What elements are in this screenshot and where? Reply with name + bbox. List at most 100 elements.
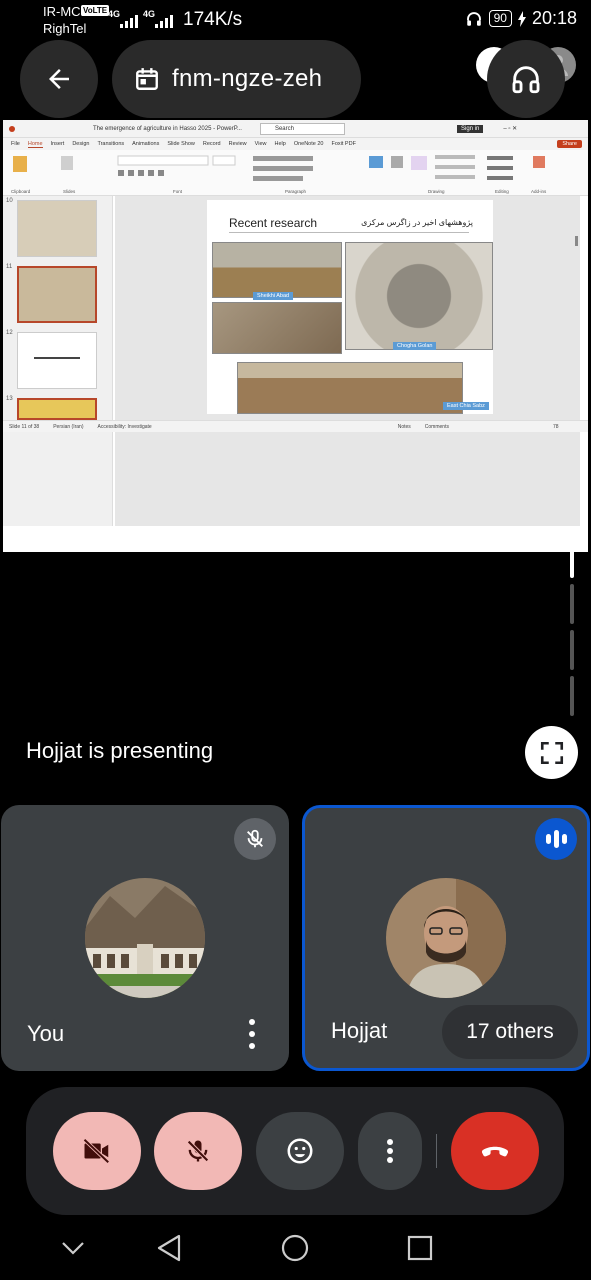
slide-number: 10 (6, 198, 13, 204)
slide-title-persian: پژوهشهای اخیر در زاگرس مرکزی (361, 218, 473, 227)
ribbon-tab[interactable]: Help (275, 141, 286, 147)
ribbon-tab[interactable]: OneNote 20 (294, 141, 324, 147)
nav-home-button[interactable] (278, 1232, 312, 1264)
participant-options-button[interactable] (247, 1019, 257, 1049)
clock: 20:18 (531, 8, 577, 28)
more-vert-icon (387, 1139, 393, 1163)
headphones-icon (466, 11, 481, 26)
battery-level: 90 (488, 10, 512, 27)
svg-text:Paragraph: Paragraph (285, 189, 307, 194)
ribbon-tab[interactable]: Foxit PDF (331, 141, 355, 147)
square-recents-icon (407, 1235, 433, 1261)
fullscreen-button[interactable] (525, 726, 578, 779)
svg-text:Font: Font (173, 189, 183, 194)
photo-caption: East Chia Sabz (443, 402, 489, 410)
slide-scrollbar[interactable] (575, 236, 578, 246)
volte-badge: VoLTE (81, 5, 110, 16)
microphone-toggle-button[interactable] (154, 1112, 242, 1190)
ribbon-tab[interactable]: Design (72, 141, 89, 147)
photo-caption: Sheikhi Abad (253, 292, 294, 300)
call-end-icon (481, 1146, 509, 1157)
others-button[interactable]: 17 others (442, 1005, 578, 1059)
zoom-indicator (570, 676, 574, 716)
slide-thumbnail[interactable] (17, 332, 97, 389)
circle-home-icon (281, 1234, 309, 1262)
nav-hide-keyboard-button[interactable] (56, 1232, 90, 1264)
meeting-code: fnm-ngze-zeh (172, 65, 323, 92)
svg-text:Add-ins: Add-ins (531, 189, 547, 194)
video-off-icon (83, 1138, 110, 1164)
excavation-photo (237, 362, 463, 414)
signal-bars-icon (120, 12, 138, 28)
ribbon-tab[interactable]: Record (203, 141, 221, 147)
carrier-primary: IR-MCI (43, 4, 85, 19)
excavation-photo (345, 242, 493, 350)
ribbon-tab[interactable]: Review (229, 141, 247, 147)
zoom-indicator (570, 630, 574, 670)
ribbon-tab[interactable]: Slide Show (167, 141, 195, 147)
ribbon-tab[interactable]: Transitions (97, 141, 124, 147)
reactions-button[interactable] (256, 1112, 344, 1190)
more-options-button[interactable] (358, 1112, 422, 1190)
network-type-2: 4G (143, 9, 156, 19)
photo-caption: Chogha Golan (393, 342, 437, 350)
carrier-secondary: RighTel (43, 21, 87, 36)
nav-back-button[interactable] (152, 1232, 186, 1264)
audio-output-button[interactable] (487, 40, 565, 118)
leave-call-button[interactable] (451, 1112, 539, 1190)
powerpoint-status-bar: Slide 11 of 38 Persian (Iran) Accessibil… (3, 420, 588, 432)
search-box[interactable]: Search (259, 122, 345, 135)
avatar (386, 878, 506, 998)
ribbon-tab[interactable]: Home (27, 141, 43, 148)
status-bar: IR-MCI VoLTE RighTel 4G 4G 174K/s 90 20:… (0, 0, 591, 40)
powerpoint-logo-icon (9, 125, 15, 132)
participant-name: You (27, 1021, 65, 1046)
svg-text:Editing: Editing (495, 189, 509, 194)
network-speed: 174K/s (183, 9, 243, 30)
signal-bars-icon (155, 12, 173, 28)
charging-icon (517, 10, 526, 27)
comments-button[interactable]: Comments (425, 424, 449, 430)
back-button[interactable] (20, 40, 98, 118)
slide-thumbnail[interactable] (17, 398, 97, 420)
slide-thumbnails: 10 11 12 13 (3, 196, 113, 526)
slide-thumbnail[interactable] (17, 200, 97, 257)
zoom-indicator (570, 538, 574, 578)
emoji-icon (287, 1138, 313, 1164)
shared-screen[interactable]: The emergence of agriculture in Hasso 20… (3, 120, 588, 552)
zoom-level: 78 (552, 423, 559, 430)
mic-off-icon (247, 829, 263, 848)
network-type-1: 4G (108, 9, 121, 19)
accessibility-status[interactable]: Accessibility: Investigate (98, 424, 152, 430)
camera-toggle-button[interactable] (53, 1112, 141, 1190)
window-title: The emergence of agriculture in Hasso 20… (93, 125, 242, 132)
ribbon-tab[interactable]: Insert (51, 141, 65, 147)
ribbon-tab[interactable]: View (255, 141, 267, 147)
svg-text:Slides: Slides (63, 189, 76, 194)
svg-text:Drawing: Drawing (428, 189, 445, 194)
mic-off-badge (234, 818, 276, 860)
ribbon-tab[interactable]: Animations (132, 141, 159, 147)
slide-number: 13 (6, 396, 13, 402)
notes-button[interactable]: Notes (398, 424, 411, 430)
slide-thumbnail-selected[interactable] (17, 266, 97, 323)
slide-counter: Slide 11 of 38 (9, 423, 40, 430)
slide-number: 11 (6, 264, 13, 270)
triangle-back-icon (157, 1234, 181, 1262)
arrow-back-icon (49, 69, 69, 89)
slide-canvas: Recent research پژوهشهای اخیر در زاگرس م… (115, 196, 580, 526)
zoom-indicator (570, 584, 574, 624)
ribbon-tab[interactable]: File (11, 141, 20, 147)
ribbon-tabs: File Home Insert Design Transitions Animation… (3, 138, 588, 150)
fullscreen-icon (540, 741, 563, 764)
language-status: Persian (Iran) (53, 423, 84, 430)
sign-in-button[interactable]: Sign in (456, 124, 484, 133)
slide-title: Recent research (229, 216, 318, 230)
meeting-info-button[interactable]: fnm-ngze-zeh (112, 40, 361, 118)
share-button[interactable]: Share (557, 140, 582, 148)
speaking-indicator-icon (535, 818, 577, 860)
presenting-label: Hojjat is presenting (26, 738, 214, 763)
slide-number: 12 (6, 330, 13, 336)
participant-tile-you[interactable]: You (1, 805, 289, 1071)
nav-recents-button[interactable] (403, 1232, 437, 1264)
